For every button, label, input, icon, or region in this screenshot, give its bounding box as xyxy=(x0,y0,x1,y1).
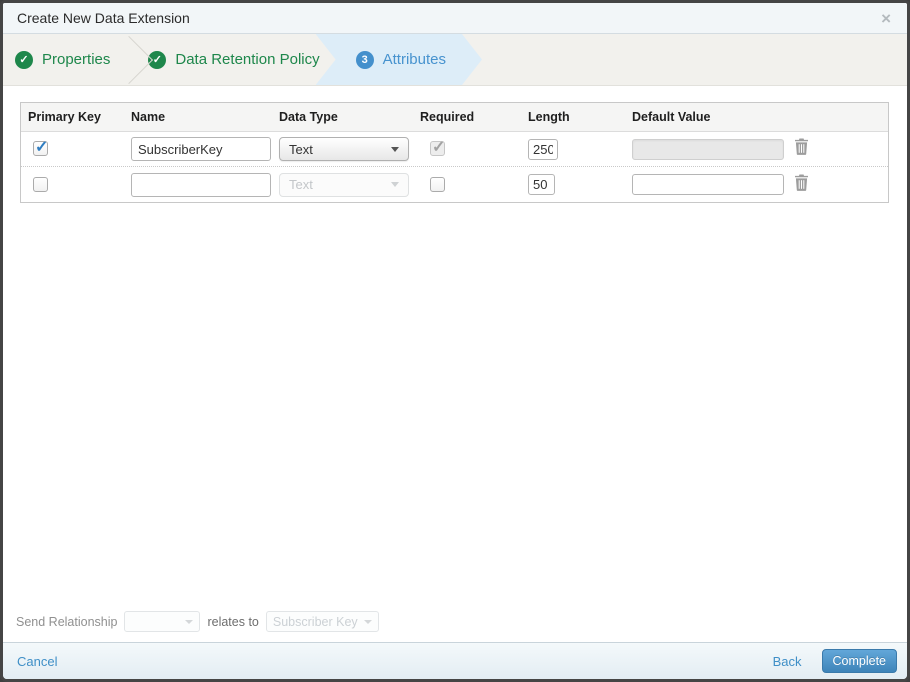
table-row: Text xyxy=(21,132,888,167)
header-length: Length xyxy=(528,110,570,124)
default-value-input[interactable] xyxy=(632,174,784,195)
field-name-input[interactable] xyxy=(131,172,271,197)
modal-titlebar: Create New Data Extension × xyxy=(3,3,907,34)
delete-row-icon[interactable] xyxy=(794,138,809,155)
data-type-value: Text xyxy=(289,177,313,192)
complete-button[interactable]: Complete xyxy=(821,649,897,673)
length-input[interactable] xyxy=(528,174,555,195)
subscriber-key-value: Subscriber Key xyxy=(272,614,358,629)
required-checkbox xyxy=(430,137,445,157)
field-name-input[interactable] xyxy=(131,137,271,161)
default-value-input xyxy=(632,138,784,160)
data-type-select: Text xyxy=(279,172,409,197)
step-label: Properties xyxy=(42,51,111,68)
modal-content: Primary Key Name Data Type Required Leng… xyxy=(3,86,907,642)
table-row: Text xyxy=(21,167,888,202)
table-header-row: Primary Key Name Data Type Required Leng… xyxy=(21,103,888,132)
header-data-type: Data Type xyxy=(279,110,338,124)
subscriber-key-select: Subscriber Key xyxy=(265,611,379,632)
step-label: Data Retention Policy xyxy=(175,51,320,68)
relates-to-label: relates to xyxy=(207,614,259,629)
header-name: Name xyxy=(131,110,166,124)
chevron-down-icon xyxy=(391,146,399,152)
step-number-badge: 3 xyxy=(356,51,374,69)
check-circle-icon xyxy=(15,50,33,69)
create-data-extension-modal: Create New Data Extension × Properties D… xyxy=(0,0,910,682)
modal-footer: Cancel Back Complete xyxy=(3,642,907,679)
footer-actions: Back Complete xyxy=(773,649,897,673)
chevron-down-icon xyxy=(363,619,372,624)
required-checkbox[interactable] xyxy=(430,176,445,192)
header-primary-key: Primary Key xyxy=(28,110,101,124)
chevron-down-icon xyxy=(391,182,399,187)
back-link[interactable]: Back xyxy=(773,654,802,669)
delete-row-icon[interactable] xyxy=(794,174,809,191)
send-relationship-row: Send Relationship relates to Subscriber … xyxy=(16,611,379,632)
step-wizard: Properties Data Retention Policy 3 Attri… xyxy=(3,34,907,86)
step-attributes[interactable]: 3 Attributes xyxy=(316,34,482,85)
header-default-value: Default Value xyxy=(632,110,711,124)
header-required: Required xyxy=(420,110,475,124)
chevron-down-icon xyxy=(185,619,194,624)
primary-key-checkbox[interactable] xyxy=(33,176,48,192)
step-data-retention-policy[interactable]: Data Retention Policy xyxy=(134,34,333,85)
attributes-table: Primary Key Name Data Type Required Leng… xyxy=(20,102,889,203)
cancel-link[interactable]: Cancel xyxy=(17,654,57,669)
data-type-value: Text xyxy=(289,141,313,157)
length-input[interactable] xyxy=(528,138,558,160)
primary-key-checkbox[interactable] xyxy=(33,137,48,157)
send-relationship-select xyxy=(124,611,201,632)
modal-title: Create New Data Extension xyxy=(17,10,190,26)
send-relationship-label: Send Relationship xyxy=(16,614,118,629)
close-icon[interactable]: × xyxy=(877,8,895,29)
header-actions xyxy=(785,103,888,131)
step-label: Attributes xyxy=(382,51,446,68)
data-type-select[interactable]: Text xyxy=(279,137,409,161)
